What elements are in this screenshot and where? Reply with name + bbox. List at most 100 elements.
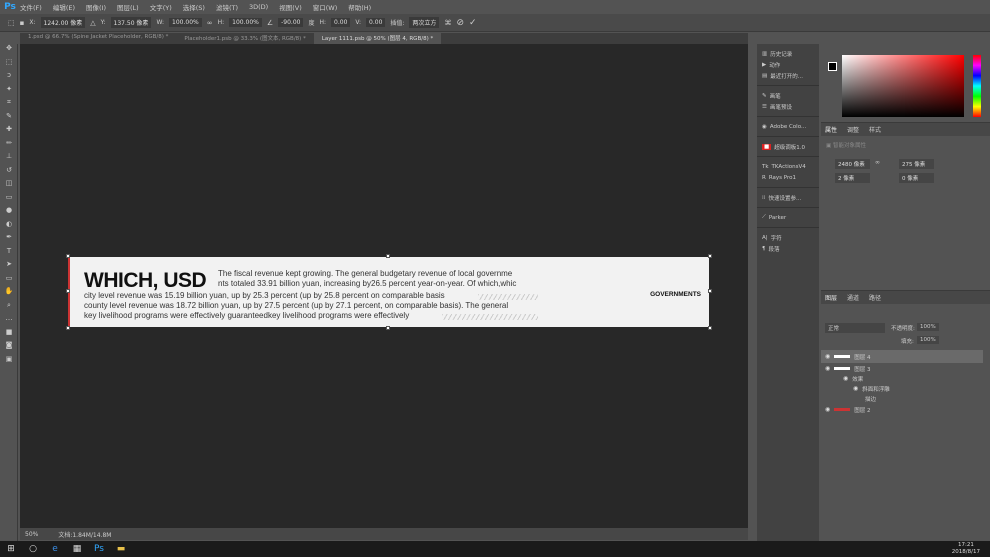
fill-field[interactable]: 100%: [917, 336, 939, 344]
eye-icon[interactable]: ◉: [825, 365, 830, 372]
angle-field[interactable]: -90.00: [278, 18, 304, 27]
link-icon[interactable]: ∞: [207, 19, 213, 27]
tab-adjustments[interactable]: 调整: [847, 125, 859, 134]
menu-filter[interactable]: 滤镜(T): [216, 2, 238, 12]
search-icon[interactable]: ○: [22, 544, 44, 554]
cancel-icon[interactable]: ⊘: [456, 18, 464, 28]
transform-handle[interactable]: [66, 289, 70, 293]
width-field[interactable]: 100.00%: [169, 18, 202, 27]
eyedropper-icon[interactable]: ✎: [0, 112, 18, 126]
menu-image[interactable]: 图像(I): [86, 2, 106, 12]
reference-point-icon[interactable]: ▪: [20, 19, 25, 27]
pen-tool-icon[interactable]: ✒: [0, 233, 18, 247]
quick-mask-icon[interactable]: ◙: [0, 341, 18, 355]
eraser-icon[interactable]: ◫: [0, 179, 18, 193]
zoom-level[interactable]: 50%: [25, 531, 38, 538]
dock-quick-settings[interactable]: ⁞⁞ 快速设置参...: [757, 192, 819, 203]
vskew-field[interactable]: 0.00: [366, 18, 386, 27]
foreground-swatch[interactable]: [828, 62, 837, 71]
delta-icon[interactable]: △: [90, 19, 95, 27]
transform-handle[interactable]: [708, 326, 712, 330]
tab-layer-1111[interactable]: Layer 1111.psb @ 50% (图层 4, RGB/8) *: [313, 33, 442, 44]
x-field[interactable]: 1242.00 像素: [40, 17, 86, 28]
history-brush-icon[interactable]: ↺: [0, 166, 18, 180]
dock-tkactions[interactable]: Tk TKActionsV4: [757, 161, 819, 172]
width-field[interactable]: 2480 像素: [835, 159, 870, 169]
hskew-field[interactable]: 0.00: [331, 18, 351, 27]
tab-1-psd[interactable]: 1.psd @ 66.7% (Spine Jacket Placeholder,…: [20, 33, 176, 44]
marquee-tool-icon[interactable]: ⬚: [0, 58, 18, 72]
eye-icon[interactable]: ◉: [853, 385, 858, 392]
healing-brush-icon[interactable]: ✚: [0, 125, 18, 139]
path-select-icon[interactable]: ➤: [0, 260, 18, 274]
photoshop-icon[interactable]: Ps: [88, 544, 110, 554]
dock-actions[interactable]: ▶ 动作: [757, 59, 819, 70]
menu-window[interactable]: 窗口(W): [313, 2, 338, 12]
stamp-tool-icon[interactable]: ⊥: [0, 152, 18, 166]
shape-tool-icon[interactable]: ▭: [0, 274, 18, 288]
crop-tool-icon[interactable]: ⌗: [0, 98, 18, 112]
artboard[interactable]: WHICH, USD The fiscal revenue kept growi…: [66, 254, 712, 330]
tab-styles[interactable]: 样式: [869, 125, 881, 134]
height-field[interactable]: 100.00%: [229, 18, 262, 27]
eye-icon[interactable]: ◉: [843, 375, 848, 382]
transform-handle[interactable]: [708, 254, 712, 258]
tool-preset-icon[interactable]: ⬚: [8, 19, 15, 27]
tab-placeholder1[interactable]: Placeholder1.psb @ 33.3% (图文本, RGB/8) *: [176, 33, 313, 44]
dock-brush-presets[interactable]: ☰ 画笔预设: [757, 101, 819, 112]
menu-layer[interactable]: 图层(L): [117, 2, 139, 12]
dock-rays[interactable]: R Rays Pro1: [757, 172, 819, 183]
start-icon[interactable]: ⊞: [0, 544, 22, 554]
dock-character[interactable]: A| 字符: [757, 232, 819, 243]
eye-icon[interactable]: ◉: [825, 406, 830, 413]
tab-layers[interactable]: 图层: [825, 293, 837, 302]
blend-mode-select[interactable]: 正常: [825, 323, 885, 333]
dock-brush[interactable]: ✎ 画笔: [757, 90, 819, 101]
eye-icon[interactable]: ◉: [825, 353, 830, 360]
type-tool-icon[interactable]: T: [0, 247, 18, 261]
hue-slider[interactable]: [973, 55, 981, 117]
dodge-icon[interactable]: ◐: [0, 220, 18, 234]
transform-handle[interactable]: [386, 254, 390, 258]
explorer-icon[interactable]: ▬: [110, 544, 132, 554]
calculator-icon[interactable]: ▦: [66, 544, 88, 554]
warp-icon[interactable]: ⌘: [444, 19, 451, 27]
edge-icon[interactable]: e: [44, 544, 66, 554]
interpolation-select[interactable]: 两次立方: [409, 17, 440, 28]
blur-icon[interactable]: ●: [0, 206, 18, 220]
dock-recent[interactable]: ▤ 最近打开的...: [757, 70, 819, 81]
transform-handle[interactable]: [66, 254, 70, 258]
transform-handle[interactable]: [66, 326, 70, 330]
zoom-tool-icon[interactable]: ⌕: [0, 301, 18, 315]
menu-edit[interactable]: 编辑(E): [53, 2, 75, 12]
color-swatches-icon[interactable]: ■: [0, 328, 18, 342]
menu-view[interactable]: 视图(V): [279, 2, 302, 12]
clock[interactable]: 17:21 2018/8/17: [952, 542, 990, 556]
dock-super-panel[interactable]: ■ 超级调板1.0: [757, 141, 819, 152]
layer-row[interactable]: ◉ 图层 2: [821, 403, 983, 416]
edit-toolbar-icon[interactable]: …: [0, 314, 18, 328]
gradient-icon[interactable]: ▭: [0, 193, 18, 207]
dock-adobe-color[interactable]: ◉ Adobe Colo...: [757, 121, 819, 132]
move-tool-icon[interactable]: ✥: [0, 44, 18, 58]
commit-icon[interactable]: ✓: [469, 18, 477, 28]
y-field[interactable]: 137.50 像素: [110, 17, 152, 28]
hand-tool-icon[interactable]: ✋: [0, 287, 18, 301]
link-icon[interactable]: ∞: [875, 159, 880, 166]
menu-3d[interactable]: 3D(D): [249, 3, 268, 11]
opacity-field[interactable]: 100%: [917, 323, 939, 331]
transform-handle[interactable]: [386, 326, 390, 330]
x-field[interactable]: 2 像素: [835, 173, 870, 183]
tab-paths[interactable]: 路径: [869, 293, 881, 302]
menu-file[interactable]: 文件(F): [20, 2, 42, 12]
magic-wand-icon[interactable]: ✦: [0, 85, 18, 99]
dock-history[interactable]: ▥ 历史记录: [757, 48, 819, 59]
menu-select[interactable]: 选择(S): [183, 2, 205, 12]
menu-help[interactable]: 帮助(H): [348, 2, 371, 12]
dock-paragraph[interactable]: ¶ 段落: [757, 243, 819, 254]
color-field[interactable]: [842, 55, 964, 117]
y-field[interactable]: 0 像素: [899, 173, 934, 183]
transform-handle[interactable]: [708, 289, 712, 293]
dock-parker[interactable]: ⟋ Parker: [757, 212, 819, 223]
tab-properties[interactable]: 属性: [825, 125, 837, 134]
